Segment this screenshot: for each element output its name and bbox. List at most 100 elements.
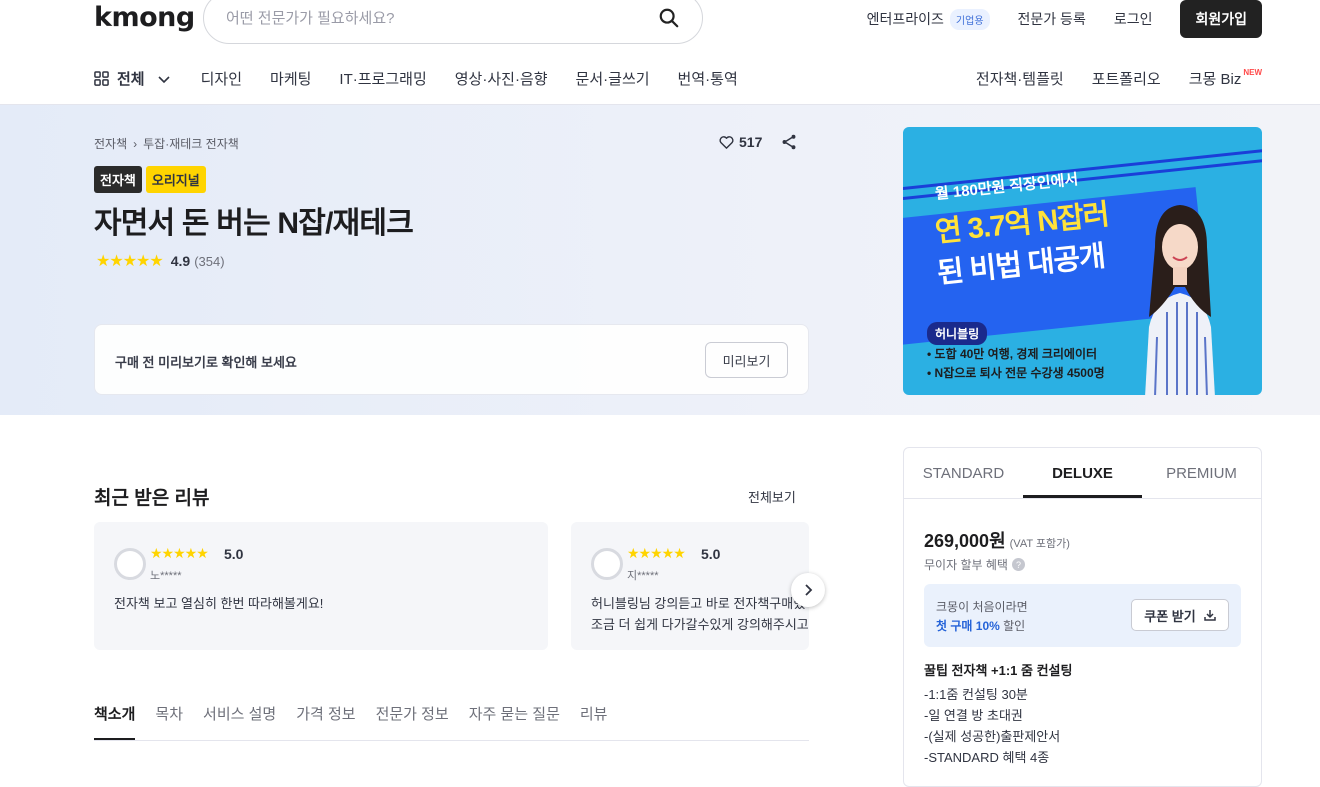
nav-item-ebook[interactable]: 전자책·템플릿 [976, 68, 1064, 89]
tab-faq[interactable]: 자주 묻는 질문 [469, 703, 560, 741]
nav-biz-label: 크몽 Biz [1188, 71, 1242, 88]
top-bar: kmong 엔터프라이즈 기업용 전문가 등록 로그인 회원가입 [0, 0, 1320, 44]
nav-item-design[interactable]: 디자인 [201, 68, 242, 89]
tag-original: 오리지널 [145, 166, 206, 193]
price: 269,000원 (VAT 포함가) [924, 527, 1070, 553]
category-nav: 전체 디자인 마케팅 IT·프로그래밍 영상·사진·음향 문서·글쓰기 번역·통… [0, 56, 1320, 104]
nav-item-biz[interactable]: 크몽 Biz NEW [1189, 68, 1262, 89]
search-bar[interactable] [203, 0, 703, 44]
coupon-box: 크몽이 처음이라면 첫 구매 10% 할인 쿠폰 받기 [924, 584, 1241, 647]
package-item: -(실제 성공한)출판제안서 [924, 729, 1061, 744]
package-title: 꿀팁 전자책 +1:1 줌 컨설팅 [924, 663, 1073, 678]
enterprise-badge: 기업용 [949, 8, 990, 30]
plan-tab-premium[interactable]: PREMIUM [1142, 448, 1261, 498]
reviews-view-all-link[interactable]: 전체보기 [748, 487, 796, 506]
rating-count: (354) [194, 253, 225, 269]
download-icon [1203, 610, 1216, 621]
chevron-right-icon [805, 584, 813, 596]
star-rating-icon: ★★★★★ [96, 253, 164, 270]
rating-score: 4.9 [170, 253, 191, 269]
coupon-line1: 크몽이 처음이라면 [936, 600, 1028, 614]
preview-box: 구매 전 미리보기로 확인해 보세요 미리보기 [94, 324, 809, 395]
chevron-down-icon [158, 75, 170, 83]
breadcrumb: 전자책 › 투잡·재테크 전자책 [94, 135, 239, 152]
nav-item-marketing[interactable]: 마케팅 [270, 68, 311, 89]
enterprise-link[interactable]: 엔터프라이즈 기업용 [867, 8, 990, 30]
search-icon[interactable] [658, 7, 680, 29]
review-text: 전자책 보고 열심히 한번 따라해볼게요! [114, 593, 323, 614]
avatar [591, 548, 623, 580]
nav-item-writing[interactable]: 문서·글쓰기 [576, 68, 650, 89]
review-text: 허니블링님 강의듣고 바로 전자책구매했 조금 더 쉽게 다가갈수있게 강의해주… [591, 593, 809, 635]
price-value: 269,000원 [924, 531, 1006, 551]
banner-bullets: • 도합 40만 여행, 경제 크리에이터 • N잡으로 퇴사 전문 수강생 4… [927, 345, 1105, 383]
carousel-next-button[interactable] [791, 573, 825, 607]
review-card[interactable]: ★★★★★ 5.0 지***** 허니블링님 강의듣고 바로 전자책구매했 조금… [571, 522, 809, 650]
help-icon[interactable]: ? [1011, 558, 1025, 571]
heart-icon[interactable] [718, 134, 735, 151]
star-rating-icon: ★★★★★ [627, 545, 686, 561]
content-tabs: 책소개 목차 서비스 설명 가격 정보 전문가 정보 자주 묻는 질문 리뷰 [94, 703, 627, 741]
register-expert-link[interactable]: 전문가 등록 [1018, 9, 1086, 29]
installment-info: 무이자 할부 혜택 ? [924, 556, 1025, 573]
tab-service-description[interactable]: 서비스 설명 [203, 703, 276, 741]
coupon-line2: 첫 구매 10% 할인 [936, 617, 1025, 634]
coupon-suffix: 할인 [999, 619, 1026, 633]
nav-item-video[interactable]: 영상·사진·음향 [455, 68, 548, 89]
plan-tab-deluxe[interactable]: DELUXE [1023, 448, 1142, 498]
installment-label: 무이자 할부 혜택 [924, 558, 1008, 572]
nav-item-it[interactable]: IT·프로그래밍 [339, 68, 426, 89]
person-illustration [1145, 205, 1215, 395]
promo-banner[interactable]: 월 180만원 직장인에서 연 3.7억 N잡러 된 비법 대공개 허니블링 •… [903, 127, 1262, 395]
tab-intro[interactable]: 책소개 [94, 703, 136, 741]
avatar [114, 548, 146, 580]
signup-button[interactable]: 회원가입 [1180, 0, 1262, 38]
like-area: 517 [718, 133, 798, 151]
package-item: -STANDARD 혜택 4종 [924, 750, 1050, 765]
review-text-line: 전자책 보고 열심히 한번 따라해볼게요! [114, 596, 324, 611]
package-item: -일 연결 방 초대권 [924, 708, 1023, 723]
tab-toc[interactable]: 목차 [155, 703, 183, 741]
preview-text: 구매 전 미리보기로 확인해 보세요 [115, 355, 297, 370]
breadcrumb-item[interactable]: 전자책 [94, 135, 127, 152]
pricing-panel: STANDARD DELUXE PREMIUM 269,000원 (VAT 포함가… [903, 447, 1262, 787]
tab-reviews[interactable]: 리뷰 [580, 703, 608, 741]
share-icon[interactable] [780, 133, 798, 151]
preview-button[interactable]: 미리보기 [705, 342, 788, 378]
rating-summary[interactable]: ★★★★★ 4.9 (354) [96, 251, 225, 271]
tab-expert-info[interactable]: 전문가 정보 [376, 703, 449, 741]
service-tags: 전자책 오리지널 [94, 166, 206, 193]
tabs-divider [94, 740, 809, 741]
review-text-line: 조금 더 쉽게 다가갈수있게 강의해주시고 [591, 617, 809, 632]
review-score: 5.0 [224, 546, 244, 562]
tag-ebook: 전자책 [94, 166, 142, 193]
nav-right: 전자책·템플릿 포트폴리오 크몽 Biz NEW [948, 68, 1262, 89]
like-count: 517 [739, 134, 763, 150]
breadcrumb-item[interactable]: 투잡·재테크 전자책 [143, 135, 239, 152]
tab-price-info[interactable]: 가격 정보 [296, 703, 355, 741]
coupon-button[interactable]: 쿠폰 받기 [1131, 599, 1229, 631]
review-card[interactable]: ★★★★★ 5.0 노***** 전자책 보고 열심히 한번 따라해볼게요! [94, 522, 548, 650]
nav-left: 전체 디자인 마케팅 IT·프로그래밍 영상·사진·음향 문서·글쓰기 번역·통… [94, 68, 766, 89]
star-rating-icon: ★★★★★ [150, 545, 209, 561]
nav-all-label: 전체 [117, 71, 145, 88]
top-links: 엔터프라이즈 기업용 전문가 등록 로그인 회원가입 [839, 0, 1262, 38]
package-items: -1:1줌 컨설팅 30분 -일 연결 방 초대권 -(실제 성공한)출판제안서… [924, 684, 1060, 768]
search-input[interactable] [226, 9, 658, 27]
plan-tabs: STANDARD DELUXE PREMIUM [904, 448, 1261, 499]
review-user: 지***** [627, 570, 659, 582]
package-item: -1:1줌 컨설팅 30분 [924, 687, 1028, 702]
review-user: 노***** [150, 570, 182, 582]
new-tag: NEW [1243, 68, 1262, 77]
login-link[interactable]: 로그인 [1114, 9, 1153, 29]
coupon-button-label: 쿠폰 받기 [1144, 608, 1196, 624]
kmong-logo[interactable]: kmong [94, 2, 195, 33]
review-text-line: 허니블링님 강의듣고 바로 전자책구매했 [591, 596, 806, 611]
plan-tab-standard[interactable]: STANDARD [904, 448, 1023, 498]
banner-badge: 허니블링 [927, 322, 988, 345]
chevron-right-icon: › [133, 136, 138, 151]
coupon-highlight: 첫 구매 10% [936, 619, 1000, 633]
nav-all-categories[interactable]: 전체 [94, 68, 171, 89]
nav-item-portfolio[interactable]: 포트폴리오 [1092, 68, 1161, 89]
nav-item-translation[interactable]: 번역·통역 [678, 68, 738, 89]
